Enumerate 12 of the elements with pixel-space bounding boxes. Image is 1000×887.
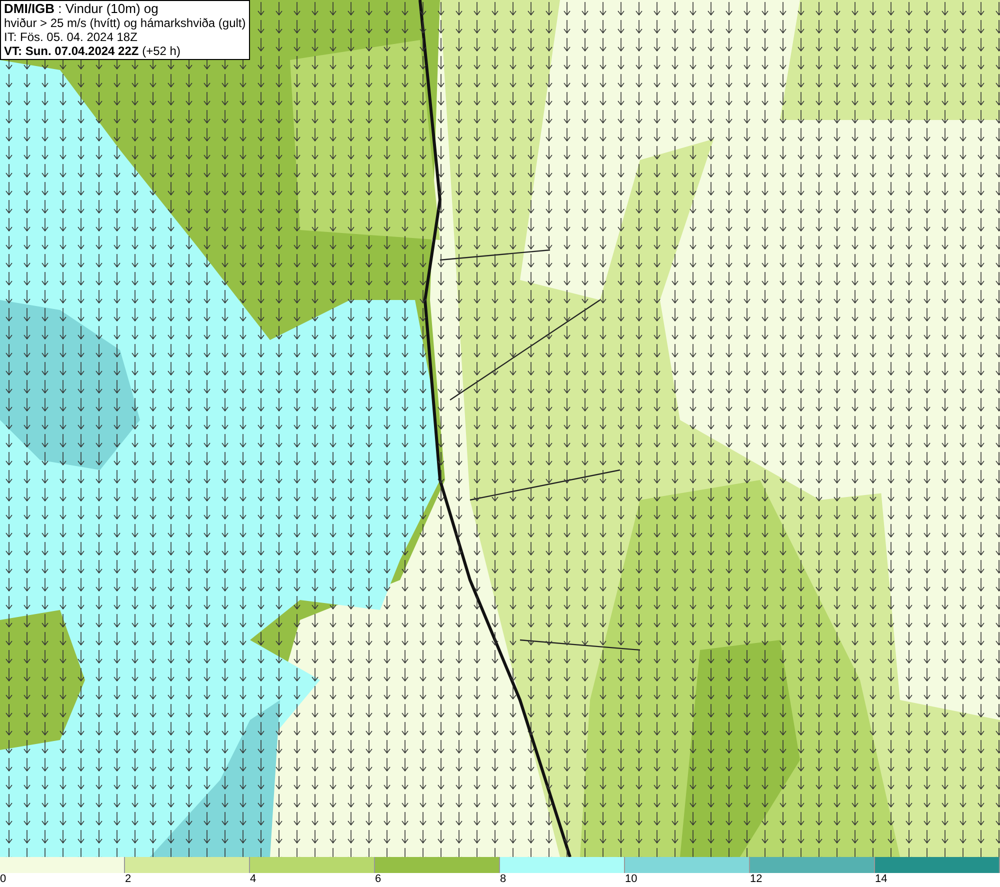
legend-label: 6 — [375, 873, 382, 886]
info-line: hviður > 25 m/s (hvítt) og hámarkshviða (gult) — [4, 16, 246, 30]
legend-label: 0 — [0, 873, 6, 886]
legend-label: 14 — [875, 873, 888, 886]
info-line: IT: Fös. 05. 04. 2024 18Z — [4, 30, 138, 44]
legend-label: 10 — [625, 873, 638, 886]
legend-label: 4 — [250, 873, 256, 886]
info-line: VT: Sun. 07.04.2024 22Z (+52 h) — [4, 44, 182, 58]
map-title: DMI/IGB : Vindur (10m) og — [4, 2, 160, 16]
legend-label: 8 — [500, 873, 506, 886]
legend-label: 12 — [750, 873, 762, 886]
legend-label: 2 — [125, 873, 132, 886]
